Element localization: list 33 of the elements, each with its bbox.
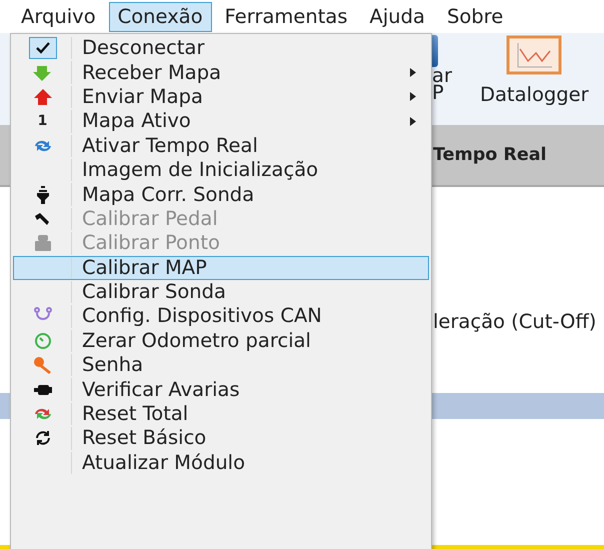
menu-item[interactable]: Ferramentas xyxy=(216,2,357,32)
menu-entry[interactable]: Desconectar xyxy=(13,36,429,60)
menu-entry[interactable]: Calibrar Sonda xyxy=(13,280,429,304)
up-arrow-icon xyxy=(32,88,52,106)
number-label: 1 xyxy=(38,113,48,130)
menu-entry[interactable]: Atualizar Módulo xyxy=(13,450,429,476)
menu-entry[interactable]: 1 Mapa Ativo xyxy=(13,109,429,134)
chart-icon[interactable] xyxy=(506,35,562,75)
datalogger-label[interactable]: Datalogger xyxy=(480,83,589,106)
submenu-arrow-icon xyxy=(410,68,416,78)
menu-entry[interactable]: Reset Básico xyxy=(13,426,429,451)
menu-item[interactable]: Arquivo xyxy=(12,2,105,32)
menu-entry[interactable]: Calibrar MAP xyxy=(13,256,429,280)
menu-entry[interactable]: Zerar Odometro parcial xyxy=(13,328,429,354)
down-arrow-icon xyxy=(32,64,52,82)
menu-item[interactable]: Ajuda xyxy=(360,2,434,32)
menu-entry[interactable]: Mapa Corr. Sonda xyxy=(13,182,429,207)
menu-entry[interactable]: Receber Mapa xyxy=(13,60,429,85)
menu-entry[interactable]: Imagem de Inicialização xyxy=(13,158,429,182)
section-title: Tempo Real xyxy=(433,145,547,165)
menu-entry[interactable]: Ativar Tempo Real xyxy=(13,134,429,158)
gauge-icon xyxy=(32,332,52,350)
menu-entry[interactable]: Verificar Avarias xyxy=(13,377,429,402)
submenu-arrow-icon xyxy=(410,116,416,126)
menu-item[interactable]: Conexão xyxy=(108,2,212,32)
key-icon xyxy=(32,356,52,374)
menu-entry[interactable]: Config. Dispositivos CAN xyxy=(13,304,429,329)
option-label: leração (Cut-Off) xyxy=(433,310,596,333)
menu-entry[interactable]: Enviar Mapa xyxy=(13,84,429,110)
menu-entry[interactable]: Senha xyxy=(13,353,429,378)
menu-item[interactable]: Sobre xyxy=(438,2,512,32)
menu-entry[interactable]: Reset Total xyxy=(13,402,429,426)
submenu-arrow-icon xyxy=(410,92,416,102)
